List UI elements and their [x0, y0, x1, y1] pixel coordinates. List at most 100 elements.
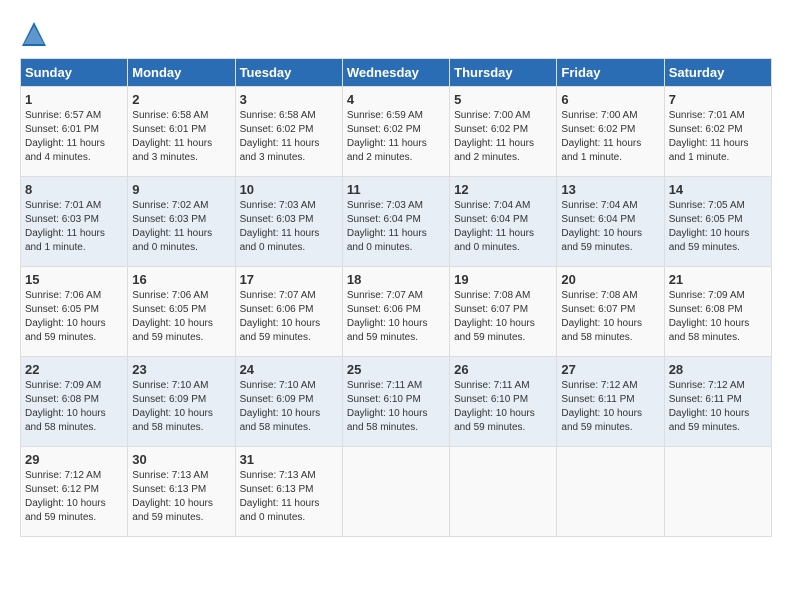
cell-content: Sunrise: 7:00 AM Sunset: 6:02 PM Dayligh…	[454, 109, 552, 165]
cell-content: Sunrise: 7:11 AM Sunset: 6:10 PM Dayligh…	[347, 379, 445, 435]
cell-content: Sunrise: 7:12 AM Sunset: 6:11 PM Dayligh…	[561, 379, 659, 435]
day-number: 14	[669, 182, 767, 197]
day-number: 1	[25, 92, 123, 107]
calendar-cell: 24 Sunrise: 7:10 AM Sunset: 6:09 PM Dayl…	[235, 357, 342, 447]
day-number: 7	[669, 92, 767, 107]
cell-content: Sunrise: 7:10 AM Sunset: 6:09 PM Dayligh…	[240, 379, 338, 435]
day-number: 12	[454, 182, 552, 197]
day-header-friday: Friday	[557, 59, 664, 87]
day-number: 13	[561, 182, 659, 197]
day-number: 15	[25, 272, 123, 287]
calendar-header-row: SundayMondayTuesdayWednesdayThursdayFrid…	[21, 59, 772, 87]
cell-content: Sunrise: 6:59 AM Sunset: 6:02 PM Dayligh…	[347, 109, 445, 165]
day-header-thursday: Thursday	[450, 59, 557, 87]
calendar-cell: 11 Sunrise: 7:03 AM Sunset: 6:04 PM Dayl…	[342, 177, 449, 267]
cell-content: Sunrise: 7:09 AM Sunset: 6:08 PM Dayligh…	[669, 289, 767, 345]
cell-content: Sunrise: 7:12 AM Sunset: 6:12 PM Dayligh…	[25, 469, 123, 525]
day-number: 5	[454, 92, 552, 107]
calendar-cell: 20 Sunrise: 7:08 AM Sunset: 6:07 PM Dayl…	[557, 267, 664, 357]
cell-content: Sunrise: 7:00 AM Sunset: 6:02 PM Dayligh…	[561, 109, 659, 165]
cell-content: Sunrise: 7:10 AM Sunset: 6:09 PM Dayligh…	[132, 379, 230, 435]
calendar-cell: 3 Sunrise: 6:58 AM Sunset: 6:02 PM Dayli…	[235, 87, 342, 177]
page-header	[20, 20, 772, 48]
cell-content: Sunrise: 6:58 AM Sunset: 6:01 PM Dayligh…	[132, 109, 230, 165]
cell-content: Sunrise: 7:08 AM Sunset: 6:07 PM Dayligh…	[454, 289, 552, 345]
calendar-cell: 8 Sunrise: 7:01 AM Sunset: 6:03 PM Dayli…	[21, 177, 128, 267]
calendar-cell	[342, 447, 449, 537]
calendar-cell: 28 Sunrise: 7:12 AM Sunset: 6:11 PM Dayl…	[664, 357, 771, 447]
cell-content: Sunrise: 7:07 AM Sunset: 6:06 PM Dayligh…	[240, 289, 338, 345]
day-number: 29	[25, 452, 123, 467]
cell-content: Sunrise: 7:08 AM Sunset: 6:07 PM Dayligh…	[561, 289, 659, 345]
calendar-cell: 1 Sunrise: 6:57 AM Sunset: 6:01 PM Dayli…	[21, 87, 128, 177]
calendar-week-3: 15 Sunrise: 7:06 AM Sunset: 6:05 PM Dayl…	[21, 267, 772, 357]
day-number: 20	[561, 272, 659, 287]
calendar-cell: 16 Sunrise: 7:06 AM Sunset: 6:05 PM Dayl…	[128, 267, 235, 357]
calendar-cell: 18 Sunrise: 7:07 AM Sunset: 6:06 PM Dayl…	[342, 267, 449, 357]
calendar-cell: 22 Sunrise: 7:09 AM Sunset: 6:08 PM Dayl…	[21, 357, 128, 447]
cell-content: Sunrise: 7:02 AM Sunset: 6:03 PM Dayligh…	[132, 199, 230, 255]
cell-content: Sunrise: 7:03 AM Sunset: 6:04 PM Dayligh…	[347, 199, 445, 255]
cell-content: Sunrise: 6:57 AM Sunset: 6:01 PM Dayligh…	[25, 109, 123, 165]
day-number: 9	[132, 182, 230, 197]
day-number: 28	[669, 362, 767, 377]
calendar-cell: 13 Sunrise: 7:04 AM Sunset: 6:04 PM Dayl…	[557, 177, 664, 267]
day-header-wednesday: Wednesday	[342, 59, 449, 87]
cell-content: Sunrise: 6:58 AM Sunset: 6:02 PM Dayligh…	[240, 109, 338, 165]
day-number: 30	[132, 452, 230, 467]
day-number: 31	[240, 452, 338, 467]
calendar-cell: 25 Sunrise: 7:11 AM Sunset: 6:10 PM Dayl…	[342, 357, 449, 447]
calendar-cell: 29 Sunrise: 7:12 AM Sunset: 6:12 PM Dayl…	[21, 447, 128, 537]
calendar-week-2: 8 Sunrise: 7:01 AM Sunset: 6:03 PM Dayli…	[21, 177, 772, 267]
day-number: 16	[132, 272, 230, 287]
cell-content: Sunrise: 7:03 AM Sunset: 6:03 PM Dayligh…	[240, 199, 338, 255]
calendar-week-5: 29 Sunrise: 7:12 AM Sunset: 6:12 PM Dayl…	[21, 447, 772, 537]
calendar-week-4: 22 Sunrise: 7:09 AM Sunset: 6:08 PM Dayl…	[21, 357, 772, 447]
calendar-cell: 26 Sunrise: 7:11 AM Sunset: 6:10 PM Dayl…	[450, 357, 557, 447]
calendar-cell: 15 Sunrise: 7:06 AM Sunset: 6:05 PM Dayl…	[21, 267, 128, 357]
cell-content: Sunrise: 7:13 AM Sunset: 6:13 PM Dayligh…	[240, 469, 338, 525]
cell-content: Sunrise: 7:01 AM Sunset: 6:03 PM Dayligh…	[25, 199, 123, 255]
day-number: 22	[25, 362, 123, 377]
cell-content: Sunrise: 7:04 AM Sunset: 6:04 PM Dayligh…	[561, 199, 659, 255]
day-number: 2	[132, 92, 230, 107]
day-number: 8	[25, 182, 123, 197]
calendar-cell: 14 Sunrise: 7:05 AM Sunset: 6:05 PM Dayl…	[664, 177, 771, 267]
calendar-cell	[450, 447, 557, 537]
cell-content: Sunrise: 7:06 AM Sunset: 6:05 PM Dayligh…	[25, 289, 123, 345]
day-number: 10	[240, 182, 338, 197]
cell-content: Sunrise: 7:11 AM Sunset: 6:10 PM Dayligh…	[454, 379, 552, 435]
cell-content: Sunrise: 7:05 AM Sunset: 6:05 PM Dayligh…	[669, 199, 767, 255]
calendar-week-1: 1 Sunrise: 6:57 AM Sunset: 6:01 PM Dayli…	[21, 87, 772, 177]
cell-content: Sunrise: 7:09 AM Sunset: 6:08 PM Dayligh…	[25, 379, 123, 435]
cell-content: Sunrise: 7:06 AM Sunset: 6:05 PM Dayligh…	[132, 289, 230, 345]
cell-content: Sunrise: 7:12 AM Sunset: 6:11 PM Dayligh…	[669, 379, 767, 435]
day-number: 17	[240, 272, 338, 287]
day-number: 11	[347, 182, 445, 197]
calendar-cell	[664, 447, 771, 537]
calendar-cell: 31 Sunrise: 7:13 AM Sunset: 6:13 PM Dayl…	[235, 447, 342, 537]
day-number: 24	[240, 362, 338, 377]
cell-content: Sunrise: 7:01 AM Sunset: 6:02 PM Dayligh…	[669, 109, 767, 165]
day-number: 21	[669, 272, 767, 287]
cell-content: Sunrise: 7:07 AM Sunset: 6:06 PM Dayligh…	[347, 289, 445, 345]
calendar-cell: 5 Sunrise: 7:00 AM Sunset: 6:02 PM Dayli…	[450, 87, 557, 177]
calendar-cell: 21 Sunrise: 7:09 AM Sunset: 6:08 PM Dayl…	[664, 267, 771, 357]
day-number: 4	[347, 92, 445, 107]
day-header-tuesday: Tuesday	[235, 59, 342, 87]
calendar-cell: 7 Sunrise: 7:01 AM Sunset: 6:02 PM Dayli…	[664, 87, 771, 177]
day-number: 19	[454, 272, 552, 287]
day-header-monday: Monday	[128, 59, 235, 87]
day-number: 23	[132, 362, 230, 377]
calendar-cell: 19 Sunrise: 7:08 AM Sunset: 6:07 PM Dayl…	[450, 267, 557, 357]
cell-content: Sunrise: 7:04 AM Sunset: 6:04 PM Dayligh…	[454, 199, 552, 255]
day-header-sunday: Sunday	[21, 59, 128, 87]
day-number: 18	[347, 272, 445, 287]
logo-icon	[20, 20, 48, 48]
calendar-table: SundayMondayTuesdayWednesdayThursdayFrid…	[20, 58, 772, 537]
calendar-cell: 12 Sunrise: 7:04 AM Sunset: 6:04 PM Dayl…	[450, 177, 557, 267]
calendar-cell: 6 Sunrise: 7:00 AM Sunset: 6:02 PM Dayli…	[557, 87, 664, 177]
day-number: 3	[240, 92, 338, 107]
day-number: 26	[454, 362, 552, 377]
calendar-cell: 23 Sunrise: 7:10 AM Sunset: 6:09 PM Dayl…	[128, 357, 235, 447]
